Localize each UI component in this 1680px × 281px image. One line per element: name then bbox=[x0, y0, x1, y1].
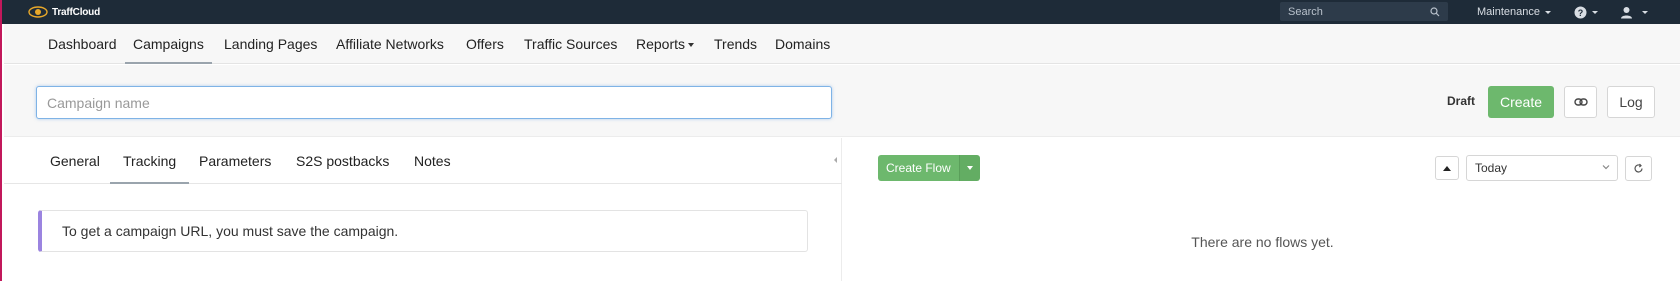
nav-trends[interactable]: Trends bbox=[714, 24, 757, 64]
nav-affiliate-networks[interactable]: Affiliate Networks bbox=[336, 24, 444, 64]
settings-tabs: General Tracking Parameters S2S postback… bbox=[4, 138, 842, 184]
tab-tracking[interactable]: Tracking bbox=[110, 138, 190, 184]
maintenance-menu[interactable]: Maintenance bbox=[1477, 0, 1551, 24]
create-flow-dropdown-toggle[interactable] bbox=[958, 155, 980, 181]
tab-s2s-postbacks[interactable]: S2S postbacks bbox=[296, 138, 389, 184]
campaign-settings-panel: General Tracking Parameters S2S postback… bbox=[4, 138, 842, 281]
tab-parameters[interactable]: Parameters bbox=[199, 138, 271, 184]
date-range-select[interactable]: Today bbox=[1466, 155, 1618, 181]
logo-icon bbox=[28, 6, 48, 18]
nav-campaigns[interactable]: Campaigns bbox=[125, 24, 212, 64]
nav-traffic-sources[interactable]: Traffic Sources bbox=[524, 24, 617, 64]
nav-reports[interactable]: Reports bbox=[636, 24, 695, 64]
empty-flows-message: There are no flows yet. bbox=[1191, 234, 1334, 250]
logo[interactable]: TraffCloud bbox=[28, 3, 100, 21]
date-range-value: Today bbox=[1475, 161, 1508, 175]
info-notice: To get a campaign URL, you must save the… bbox=[38, 210, 808, 252]
create-flow-button-group: Create Flow bbox=[878, 155, 980, 181]
chevron-down-icon bbox=[1545, 10, 1551, 14]
nav-offers[interactable]: Offers bbox=[466, 24, 504, 64]
user-icon bbox=[1621, 6, 1632, 18]
refresh-button[interactable] bbox=[1625, 156, 1652, 181]
link-icon bbox=[1573, 98, 1588, 106]
chevron-down-icon bbox=[1642, 10, 1648, 14]
collapse-panel-icon[interactable] bbox=[834, 157, 837, 163]
user-menu[interactable] bbox=[1620, 0, 1648, 24]
nav-reports-label: Reports bbox=[636, 36, 686, 52]
status-badge: Draft bbox=[1447, 94, 1476, 108]
chevron-down-icon bbox=[966, 166, 973, 170]
log-button[interactable]: Log bbox=[1607, 86, 1655, 118]
chevron-down-icon bbox=[1592, 10, 1598, 14]
chevron-down-icon bbox=[1602, 165, 1610, 170]
logo-text: TraffCloud bbox=[52, 6, 100, 18]
copy-link-button[interactable] bbox=[1564, 86, 1597, 118]
top-search-input[interactable]: Search bbox=[1280, 2, 1448, 21]
search-icon bbox=[1430, 6, 1440, 16]
top-bar: TraffCloud Search Maintenance ? bbox=[2, 0, 1680, 24]
campaign-header: Draft Create Log bbox=[4, 65, 1680, 137]
svg-text:?: ? bbox=[1578, 8, 1584, 18]
tab-general[interactable]: General bbox=[50, 138, 100, 184]
refresh-icon bbox=[1634, 163, 1643, 173]
flows-panel: Create Flow Today There are no flows yet… bbox=[843, 138, 1680, 281]
search-placeholder: Search bbox=[1288, 5, 1323, 18]
chevron-down-icon bbox=[688, 43, 695, 48]
question-circle-icon: ? bbox=[1574, 6, 1587, 18]
caret-up-icon bbox=[1443, 165, 1451, 171]
nav-domains[interactable]: Domains bbox=[775, 24, 830, 64]
main-nav: Dashboard Campaigns Landing Pages Affili… bbox=[4, 24, 1680, 64]
maintenance-label: Maintenance bbox=[1477, 6, 1540, 18]
nav-dashboard[interactable]: Dashboard bbox=[48, 24, 117, 64]
nav-landing-pages[interactable]: Landing Pages bbox=[224, 24, 317, 64]
create-flow-button[interactable]: Create Flow bbox=[878, 155, 959, 181]
help-menu[interactable]: ? bbox=[1574, 0, 1598, 24]
app-frame: TraffCloud Search Maintenance ? Dashboar… bbox=[0, 0, 1680, 281]
tab-notes[interactable]: Notes bbox=[414, 138, 451, 184]
create-button[interactable]: Create bbox=[1488, 86, 1554, 118]
sort-toggle-button[interactable] bbox=[1435, 156, 1459, 180]
campaign-name-input[interactable] bbox=[36, 86, 832, 119]
